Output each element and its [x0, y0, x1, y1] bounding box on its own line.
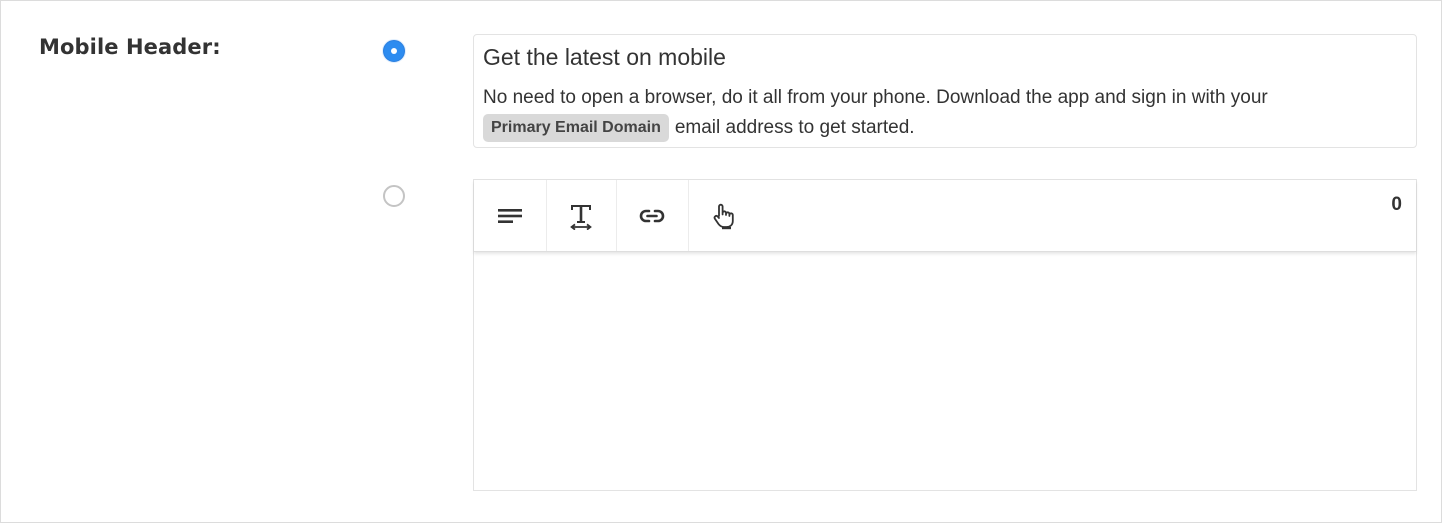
- custom-message-editor: 0: [473, 179, 1417, 491]
- link-icon: [638, 205, 666, 227]
- custom-message-input[interactable]: [474, 252, 1416, 490]
- email-domain-token: Primary Email Domain: [483, 114, 669, 142]
- align-button[interactable]: [474, 180, 547, 251]
- align-left-icon: [497, 205, 523, 227]
- field-label: Mobile Header:: [39, 35, 221, 59]
- mobile-header-panel: Mobile Header: Get the latest on mobile …: [0, 0, 1442, 523]
- preset-body-text: No need to open a browser, do it all fro…: [483, 87, 1268, 108]
- preset-radio[interactable]: [383, 40, 405, 62]
- editor-toolbar: 0: [474, 180, 1416, 252]
- preset-body: No need to open a browser, do it all fro…: [483, 83, 1383, 143]
- preset-title: Get the latest on mobile: [483, 44, 726, 70]
- character-count: 0: [1391, 194, 1402, 215]
- custom-radio[interactable]: [383, 185, 405, 207]
- text-size-button[interactable]: [546, 180, 617, 251]
- text-size-icon: [568, 202, 594, 230]
- preset-message-box[interactable]: Get the latest on mobile No need to open…: [473, 34, 1417, 148]
- insert-link-button[interactable]: [616, 180, 689, 251]
- radio-dot: [391, 48, 397, 54]
- pointer-hand-icon: [711, 202, 737, 230]
- insert-button-button[interactable]: [688, 180, 760, 251]
- preset-body-text-end: email address to get started.: [674, 117, 915, 138]
